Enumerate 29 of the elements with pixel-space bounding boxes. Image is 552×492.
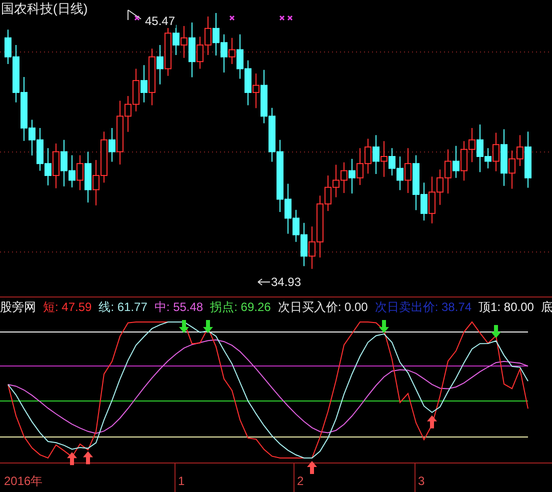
axis-label: 2 [297,474,304,488]
indicator-reading: 顶1: 80.00 [478,299,534,315]
indicator-name: 股旁网 [0,299,36,315]
indicator-reading: 次日买入价: 0.00 [278,299,368,315]
indicator-reading: 短: 47.59 [43,299,92,315]
price-label: 45.47 [144,14,176,28]
axis-label: 1 [178,474,185,488]
up-arrow-icon [67,452,77,466]
axis-label: 2016年 [4,474,43,488]
price-label: 34.93 [271,275,302,289]
cross-mark-icon [287,15,293,21]
leader-line [128,10,142,20]
leader-line [258,278,270,286]
cross-mark-icon [134,15,140,21]
indicator-reading: 次日卖出价: 38.74 [374,299,472,315]
cross-mark-icon [229,15,235,21]
down-arrow-icon [379,320,389,333]
up-arrow-icon [83,451,93,464]
down-arrow-icon [491,324,501,338]
down-arrow-icon [179,320,189,333]
axis-label: 3 [418,474,425,488]
down-arrow-icon [203,320,213,333]
chart-title: 国农科技(日线) [1,1,88,16]
indicator-reading: 拐点: 69.26 [210,299,271,315]
up-arrow-icon [427,415,437,428]
indicator-reading: 中: 55.48 [154,299,204,315]
up-arrow-icon [307,461,317,474]
cross-mark-icon [279,15,285,21]
indicator-reading: 线: 61.77 [98,299,148,315]
